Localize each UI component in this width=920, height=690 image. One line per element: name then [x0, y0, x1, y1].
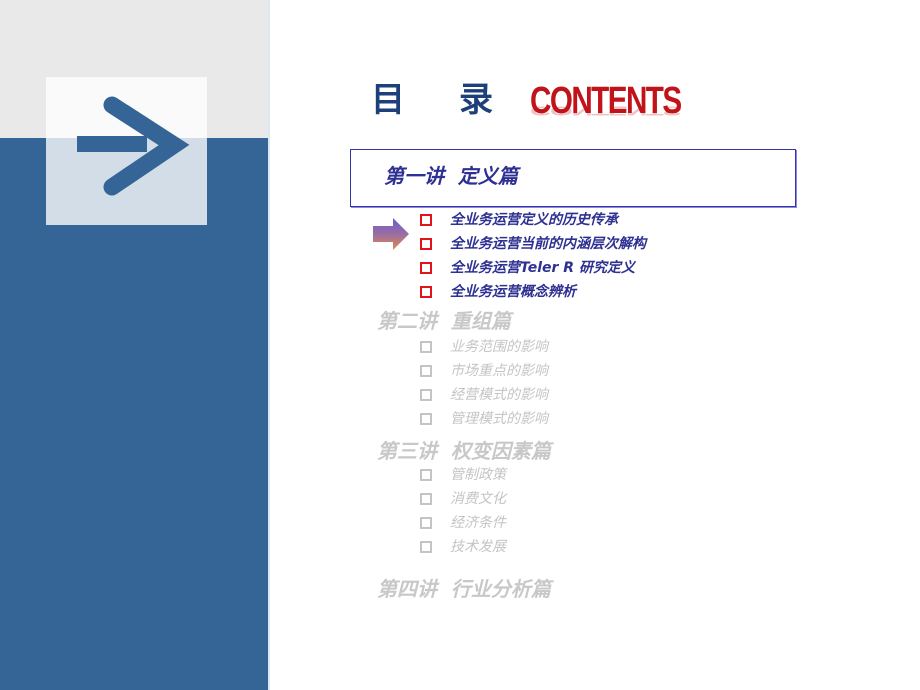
hollow-square-bullet-icon — [420, 541, 432, 553]
hollow-square-bullet-icon — [420, 469, 432, 481]
toc-item-label: 技术发展 — [450, 539, 506, 555]
toc-item-label: 全业务运营定义的历史传承 — [450, 212, 618, 228]
toc-item-label: 经营模式的影响 — [450, 387, 548, 403]
hollow-square-bullet-icon — [420, 365, 432, 377]
hollow-square-bullet-icon — [420, 238, 432, 250]
toc-item-label: 管理模式的影响 — [450, 411, 548, 427]
arrow-right-icon — [77, 96, 190, 196]
title-chinese-mu: 目 — [371, 80, 405, 120]
left-panel-edge — [268, 0, 270, 690]
hollow-square-bullet-icon — [420, 517, 432, 529]
toc-item-label: 市场重点的影响 — [450, 363, 548, 379]
title-chinese-lu: 录 — [459, 80, 493, 120]
toc-item-label: 经济条件 — [450, 515, 506, 531]
hollow-square-bullet-icon — [420, 413, 432, 425]
slide: 目 录 CONTENTS CONTENTS 第一讲 定义篇 全业务运营定义的历史… — [0, 0, 920, 690]
hollow-square-bullet-icon — [420, 389, 432, 401]
hollow-square-bullet-icon — [420, 493, 432, 505]
hollow-square-bullet-icon — [420, 341, 432, 353]
hollow-square-bullet-icon — [420, 262, 432, 274]
title-contents: CONTENTS — [530, 80, 682, 122]
toc-item-label: 全业务运营Teler R 研究定义 — [450, 260, 635, 276]
section-title-4[interactable]: 第四讲 行业分析篇 — [377, 577, 551, 601]
toc-item-label: 消费文化 — [450, 491, 506, 507]
toc-item-label: 管制政策 — [450, 467, 506, 483]
toc-item-label: 业务范围的影响 — [450, 339, 548, 355]
toc-item-label: 全业务运营概念辨析 — [450, 284, 576, 300]
section-title-1[interactable]: 第一讲 定义篇 — [384, 164, 518, 188]
section-title-3[interactable]: 第三讲 权变因素篇 — [377, 439, 551, 463]
toc-item-label: 全业务运营当前的内涵层次解构 — [450, 236, 646, 252]
section-title-2[interactable]: 第二讲 重组篇 — [377, 309, 511, 333]
hollow-square-bullet-icon — [420, 214, 432, 226]
arrow-icon-box — [46, 77, 207, 225]
hollow-square-bullet-icon — [420, 286, 432, 298]
gradient-arrow-pointer-icon — [373, 218, 409, 250]
